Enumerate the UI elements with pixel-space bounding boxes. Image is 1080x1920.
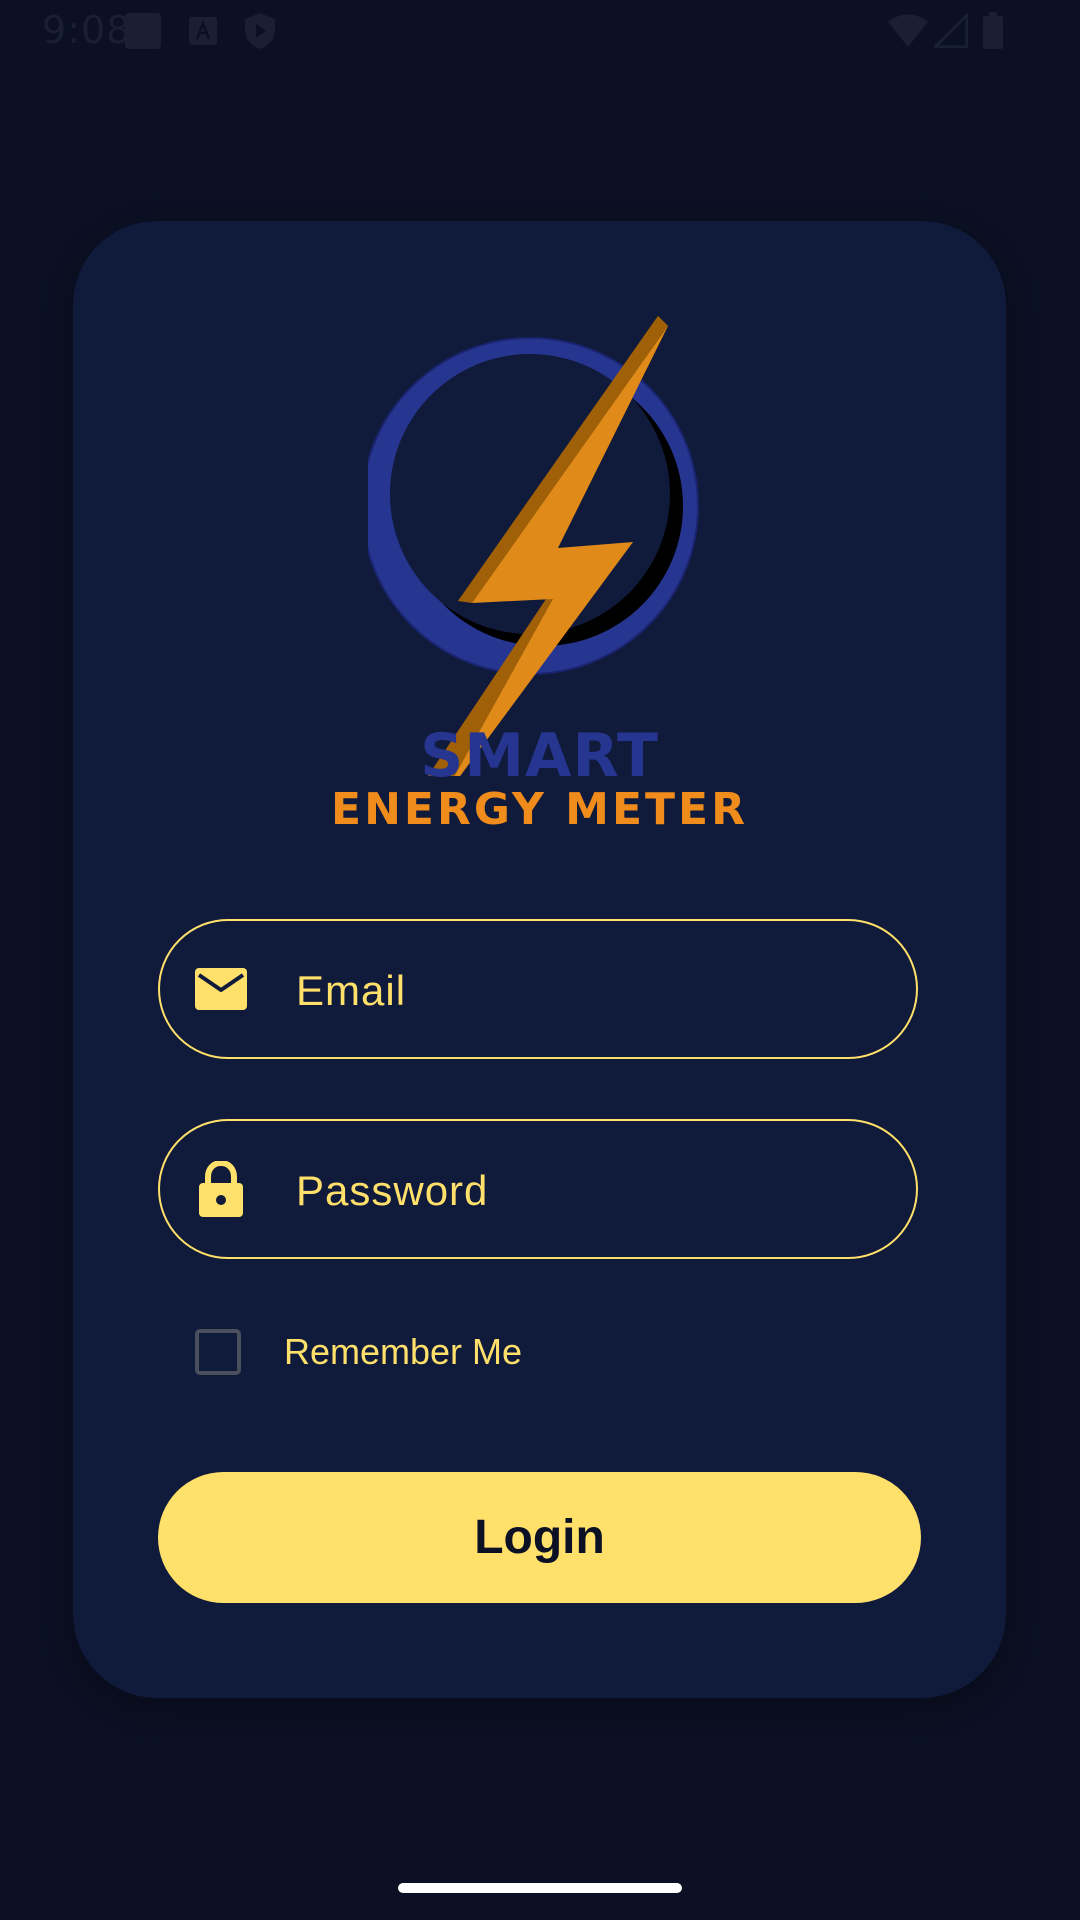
login-card: SMART ENERGY METER Email Password Rememb… — [73, 221, 1006, 1698]
brand-title: SMART — [420, 721, 659, 791]
status-time: 9:08 — [42, 8, 132, 52]
lock-icon — [194, 1159, 248, 1217]
wifi-icon — [888, 14, 928, 53]
status-bar: 9:08 — [0, 0, 1080, 60]
remember-me-checkbox[interactable] — [195, 1329, 241, 1375]
password-placeholder: Password — [296, 1167, 489, 1214]
home-indicator[interactable] — [398, 1883, 682, 1893]
lightning-logo-icon — [361, 306, 718, 806]
signal-icon — [931, 11, 969, 53]
brand-subtitle: ENERGY METER — [331, 784, 748, 835]
battery-icon — [982, 12, 1004, 55]
email-field[interactable]: Email — [158, 919, 918, 1059]
login-button[interactable]: Login — [158, 1472, 921, 1603]
remember-me-label: Remember Me — [284, 1331, 523, 1372]
notification-square-icon — [124, 12, 162, 55]
a-icon — [188, 16, 218, 51]
envelope-icon — [194, 963, 248, 1017]
password-field[interactable]: Password — [158, 1119, 918, 1259]
email-placeholder: Email — [296, 967, 407, 1014]
shield-play-icon — [244, 12, 276, 55]
login-screen: 9:08 SMART ENERGY METER Email Password R… — [0, 0, 1080, 1920]
